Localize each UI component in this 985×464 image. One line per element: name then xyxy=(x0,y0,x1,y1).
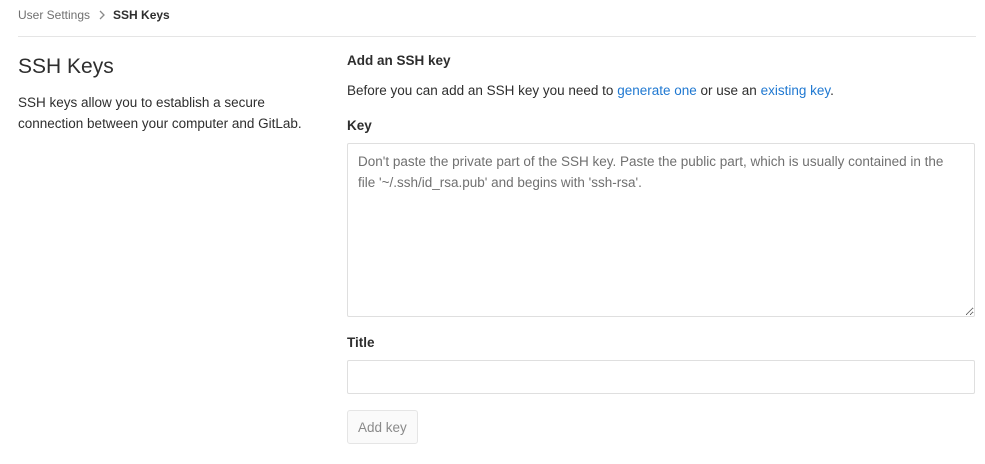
page-description: SSH keys allow you to establish a secure… xyxy=(18,95,302,131)
key-label: Key xyxy=(347,118,372,133)
form-section-title: Add an SSH key xyxy=(347,53,451,68)
breadcrumb-user-settings-link[interactable]: User Settings xyxy=(18,8,90,22)
add-key-button[interactable]: Add key xyxy=(347,410,418,444)
chevron-right-icon xyxy=(99,10,105,20)
title-input[interactable] xyxy=(347,360,975,394)
breadcrumb: User Settings SSH Keys xyxy=(18,6,170,24)
intro-text-middle: or use an xyxy=(696,83,761,98)
key-textarea[interactable] xyxy=(347,143,975,317)
intro-text-after: . xyxy=(830,83,834,98)
page-title: SSH Keys xyxy=(18,55,114,78)
generate-one-link[interactable]: generate one xyxy=(617,83,697,98)
intro-text-before: Before you can add an SSH key you need t… xyxy=(347,83,618,98)
existing-key-link[interactable]: existing key xyxy=(761,83,831,98)
title-label: Title xyxy=(347,335,375,350)
header-divider xyxy=(18,36,976,37)
breadcrumb-current[interactable]: SSH Keys xyxy=(113,8,170,22)
add-ssh-key-form: Add an SSH key Before you can add an SSH… xyxy=(347,52,975,444)
settings-sidebar: SSH Keys SSH keys allow you to establish… xyxy=(18,54,318,134)
form-intro: Before you can add an SSH key you need t… xyxy=(347,82,975,100)
